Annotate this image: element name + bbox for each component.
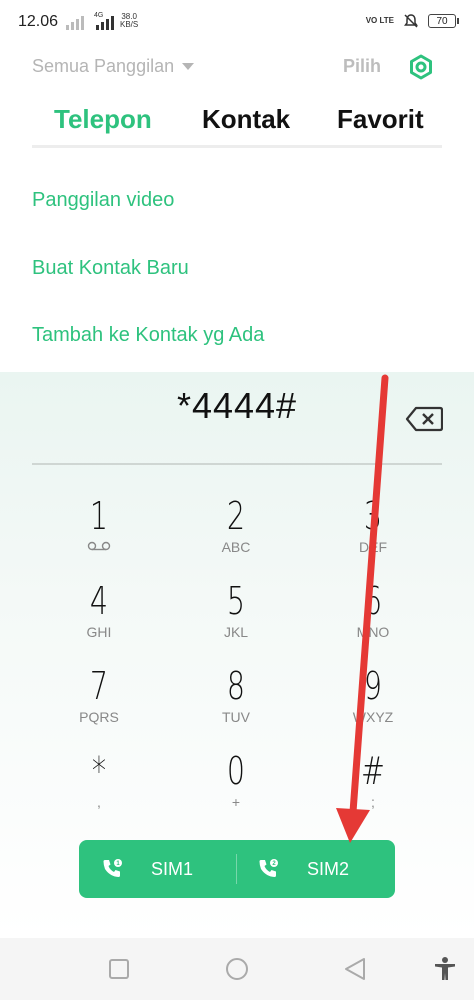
key-letters: TUV (222, 709, 250, 725)
settings-gear-icon[interactable] (406, 52, 436, 82)
key-8[interactable]: 8 TUV (196, 665, 276, 735)
key-letters: ABC (221, 539, 251, 555)
network-type: 4G (94, 12, 104, 19)
key-letters: ; (371, 794, 375, 810)
home-icon[interactable] (224, 956, 250, 982)
status-time: 12.06 (18, 13, 59, 30)
sim2-label: SIM2 (307, 858, 350, 879)
key-7[interactable]: 7 PQRS (59, 665, 139, 735)
phone-sim1-icon: 1 (103, 859, 122, 877)
system-nav-bar (0, 938, 474, 1000)
key-digit: 6 (363, 579, 383, 623)
key-digit: * (91, 749, 107, 793)
tab-kontak[interactable]: Kontak (202, 104, 290, 135)
key-digit: 9 (363, 664, 383, 708)
key-digit: 4 (89, 579, 109, 623)
key-letters: DEF (359, 539, 387, 555)
key-0[interactable]: 0 + (196, 750, 276, 820)
phone-sim2-icon: 2 (259, 859, 278, 877)
battery-icon: 70 (428, 14, 459, 28)
key-letters: MNO (356, 624, 390, 640)
silent-bell-icon (404, 14, 418, 28)
status-right: VO LTE 70 (365, 12, 459, 30)
key-letters: WXYZ (352, 709, 394, 725)
key-digit: 8 (226, 664, 246, 708)
volte-indicator: VO LTE (365, 16, 394, 25)
key-3[interactable]: 3 DEF (333, 495, 413, 565)
add-to-existing-contact-option[interactable]: Tambah ke Kontak yg Ada (32, 324, 264, 347)
chevron-down-icon (182, 63, 195, 70)
call-filter-label: Semua Panggilan (32, 56, 175, 76)
sim1-label: SIM1 (151, 858, 194, 879)
dialed-number[interactable]: *4444# (0, 385, 474, 427)
key-digit: 5 (226, 579, 246, 623)
tab-telepon[interactable]: Telepon (54, 104, 152, 135)
key-digit: # (361, 749, 385, 793)
key-digit: 0 (226, 749, 246, 793)
accessibility-icon[interactable] (432, 956, 458, 982)
key-9[interactable]: 9 WXYZ (333, 665, 413, 735)
key-digit: 2 (226, 494, 246, 538)
call-sim2-button[interactable]: 2 SIM2 (257, 840, 415, 898)
key-6[interactable]: 6 MNO (333, 580, 413, 650)
recent-apps-icon[interactable] (106, 956, 132, 982)
key-letters: + (231, 794, 241, 810)
call-filter-dropdown[interactable]: Semua Panggilan (32, 56, 195, 77)
key-5[interactable]: 5 JKL (196, 580, 276, 650)
key-letters: PQRS (79, 709, 119, 725)
battery-level: 70 (436, 15, 448, 27)
key-digit: 1 (89, 494, 109, 538)
network-speed: 38.0 KB/S (120, 13, 138, 29)
key-4[interactable]: 4 GHI (59, 580, 139, 650)
tab-favorit[interactable]: Favorit (337, 104, 424, 135)
new-contact-option[interactable]: Buat Kontak Baru (32, 257, 189, 280)
backspace-icon[interactable] (405, 406, 443, 432)
back-icon[interactable] (342, 956, 368, 982)
key-digit: 3 (363, 494, 383, 538)
dial-divider (32, 463, 442, 465)
key-star[interactable]: * , (59, 750, 139, 820)
call-bar-divider (236, 854, 237, 884)
key-2[interactable]: 2 ABC (196, 495, 276, 565)
key-letters: , (97, 794, 101, 810)
select-button[interactable]: Pilih (343, 56, 381, 77)
video-call-option[interactable]: Panggilan video (32, 189, 174, 212)
status-bar: 12.06 4G 38.0 KB/S VO LTE 70 (0, 0, 474, 44)
key-letters: JKL (223, 624, 249, 640)
key-letters: GHI (86, 624, 112, 640)
call-button-bar: 1 SIM1 2 SIM2 (79, 840, 395, 898)
key-hash[interactable]: # ; (333, 750, 413, 820)
network-speed-unit: KB/S (120, 20, 139, 29)
tab-bar: Telepon Kontak Favorit (32, 104, 442, 148)
key-digit: 7 (89, 664, 109, 708)
key-1[interactable]: 1 (59, 495, 139, 565)
voicemail-icon (87, 541, 111, 551)
signal-sim1-icon (66, 16, 84, 30)
